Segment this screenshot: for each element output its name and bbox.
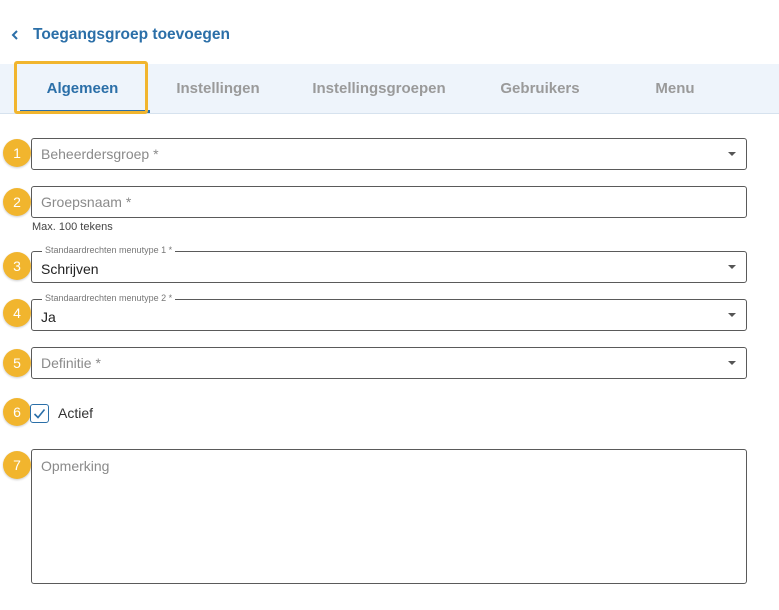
caret-down-icon xyxy=(728,265,736,269)
chevron-left-icon[interactable] xyxy=(8,27,22,43)
menutype1-select[interactable]: Standaardrechten menutype 1 * Schrijven xyxy=(31,245,747,283)
groepsnaam-hint: Max. 100 tekens xyxy=(32,221,113,233)
tab-menu[interactable]: Menu xyxy=(615,64,735,114)
step-badge-7: 7 xyxy=(3,451,31,479)
step-badge-3: 3 xyxy=(3,252,31,280)
step-badge-1: 1 xyxy=(3,139,31,167)
beheerdersgroep-placeholder: Beheerdersgroep * xyxy=(41,146,159,162)
groepsnaam-input[interactable]: Groepsnaam * xyxy=(31,186,747,218)
caret-down-icon xyxy=(728,313,736,317)
groepsnaam-placeholder: Groepsnaam * xyxy=(41,194,132,210)
menutype1-label: Standaardrechten menutype 1 * xyxy=(42,245,176,255)
menutype2-label: Standaardrechten menutype 2 * xyxy=(42,293,176,303)
tab-highlight-frame xyxy=(14,61,148,114)
caret-down-icon xyxy=(728,152,736,156)
tab-gebruikers[interactable]: Gebruikers xyxy=(480,64,600,114)
menutype2-value: Ja xyxy=(41,309,56,325)
actief-label: Actief xyxy=(58,405,94,421)
definitie-placeholder: Definitie * xyxy=(41,355,101,371)
actief-checkbox[interactable] xyxy=(30,404,49,423)
opmerking-placeholder: Opmerking xyxy=(41,458,110,474)
header: Toegangsgroep toevoegen xyxy=(0,0,779,64)
menutype2-select[interactable]: Standaardrechten menutype 2 * Ja xyxy=(31,293,747,331)
step-badge-4: 4 xyxy=(3,299,31,327)
step-badge-6: 6 xyxy=(3,398,31,426)
beheerdersgroep-select[interactable]: Beheerdersgroep * xyxy=(31,138,747,170)
page-title: Toegangsgroep toevoegen xyxy=(33,26,230,43)
menutype1-value: Schrijven xyxy=(41,261,99,277)
definitie-select[interactable]: Definitie * xyxy=(31,347,747,379)
step-badge-2: 2 xyxy=(3,188,31,216)
opmerking-textarea[interactable]: Opmerking xyxy=(31,449,747,584)
tab-instellingsgroepen[interactable]: Instellingsgroepen xyxy=(295,64,463,114)
step-badge-5: 5 xyxy=(3,349,31,377)
caret-down-icon xyxy=(728,361,736,365)
checkmark-icon xyxy=(33,408,46,419)
tab-instellingen[interactable]: Instellingen xyxy=(158,64,278,114)
